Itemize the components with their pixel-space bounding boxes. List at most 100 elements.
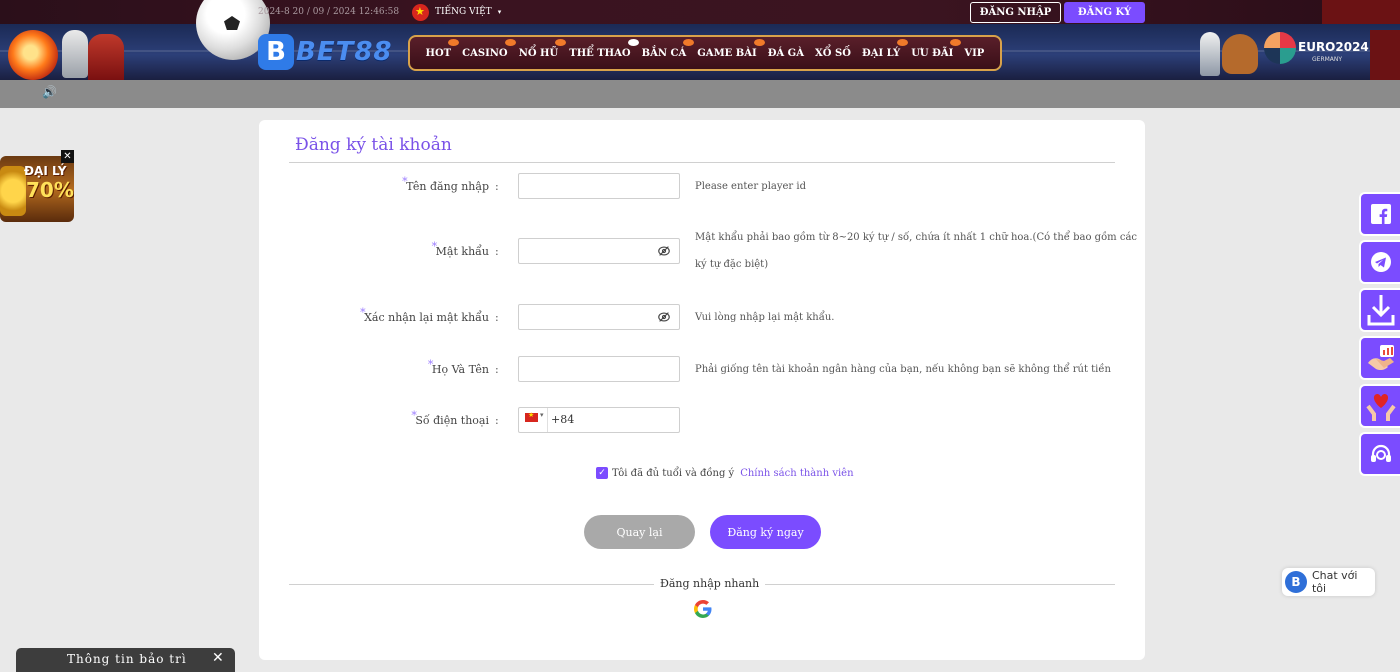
divider (289, 162, 1115, 163)
hot-flame-icon (897, 38, 909, 46)
confirm-password-input[interactable] (518, 304, 680, 330)
label-text: Số điện thoại (415, 414, 489, 427)
hot-flame-icon (504, 38, 516, 46)
register-button[interactable]: ĐĂNG KÝ (1064, 2, 1145, 23)
promo-title: ĐẠI LÝ (24, 164, 67, 178)
password-hint: Mật khẩu phải bao gồm từ 8~20 ký tự / số… (695, 232, 1138, 243)
password-input[interactable] (518, 238, 680, 264)
facebook-button[interactable] (1359, 192, 1400, 236)
nav-item-lottery[interactable]: XỔ SỐ (815, 48, 851, 59)
colon: : (495, 245, 499, 258)
maintenance-panel[interactable]: Thông tin bảo trì ✕ (16, 648, 235, 672)
member-policy-link[interactable]: Chính sách thành viên (740, 468, 853, 479)
nav-label: ĐÁ GÀ (767, 47, 804, 59)
euro-trophy-image (1200, 32, 1220, 76)
language-selector[interactable]: TIẾNG VIỆT ▾ (412, 3, 501, 21)
nav-label: VIP (964, 47, 985, 59)
telegram-button[interactable] (1359, 240, 1400, 284)
required-icon: * (431, 240, 438, 253)
colon: : (495, 311, 499, 324)
nav-label: NỔ HŨ (518, 47, 559, 59)
nav-item-sports[interactable]: THỂ THAO (569, 38, 639, 59)
password-hint-2: ký tự đặc biệt) (695, 259, 769, 270)
euro2024-banner: EURO2024 GERMANY (1200, 30, 1400, 80)
login-button[interactable]: ĐĂNG NHẬP (970, 2, 1061, 23)
label-text: Tên đăng nhập (406, 180, 489, 193)
datetime: 2024-8 20 / 09 / 2024 12:46:58 (258, 7, 400, 17)
eye-off-icon[interactable] (657, 244, 671, 258)
nav-label: ĐẠI LÝ (861, 47, 901, 59)
colon: : (495, 363, 499, 376)
nav-item-cockfight[interactable]: ĐÁ GÀ (768, 48, 804, 59)
chat-avatar-icon: B (1285, 571, 1307, 593)
required-icon: * (427, 358, 434, 371)
announcement-bar: 🔊 (0, 80, 1400, 108)
euro-logo-icon (1264, 32, 1296, 64)
coins-image (0, 166, 26, 216)
hot-flame-icon (627, 38, 639, 46)
username-label: * Tên đăng nhập (402, 175, 489, 193)
language-label: TIẾNG VIỆT (435, 7, 492, 17)
headset-icon (1370, 444, 1391, 462)
username-input[interactable] (518, 173, 680, 199)
nav-label: BẮN CÁ (641, 47, 687, 59)
nav-label: GAME BÀI (697, 47, 757, 59)
nav-item-agent[interactable]: ĐẠI LÝ (861, 38, 909, 59)
hot-flame-icon (555, 38, 567, 46)
vietnam-flag-icon (412, 3, 429, 21)
download-button[interactable] (1359, 288, 1400, 332)
fullname-input[interactable] (518, 356, 680, 382)
phone-input[interactable]: ▾ +84 (518, 407, 680, 433)
charity-button[interactable] (1359, 384, 1400, 428)
speaker-icon[interactable]: 🔊 (42, 85, 57, 99)
agent-handshake-icon (1367, 345, 1394, 371)
required-icon: * (411, 409, 417, 422)
username-hint: Please enter player id (695, 181, 806, 192)
hot-flame-icon (683, 38, 695, 46)
nav-item-slots[interactable]: NỔ HŨ (518, 38, 567, 59)
chat-widget[interactable]: B Chat với tôi (1282, 568, 1375, 596)
hot-flame-icon (448, 38, 460, 46)
colon: : (495, 180, 499, 193)
page-title: Đăng ký tài khoản (295, 135, 452, 155)
nav-item-promotions[interactable]: ƯU ĐÃI (911, 38, 962, 59)
register-now-button[interactable]: Đăng ký ngay (710, 515, 821, 549)
divider (547, 408, 548, 432)
euro-accent (1370, 30, 1400, 80)
nav-label: CASINO (462, 47, 508, 59)
nav-item-casino[interactable]: CASINO (462, 38, 516, 59)
vietnam-flag-icon[interactable] (525, 411, 538, 422)
agree-checkbox[interactable]: ✓ (596, 467, 608, 479)
euro-text: EURO2024 (1298, 40, 1369, 54)
nav-item-fishing[interactable]: BẮN CÁ (641, 38, 695, 59)
main-nav: HOT CASINO NỔ HŨ THỂ THAO BẮN CÁ GAME BÀ… (408, 35, 1002, 71)
brand-logo[interactable]: B BET88 (258, 34, 393, 70)
nav-label: XỔ SỐ (815, 47, 851, 59)
close-icon[interactable]: ✕ (61, 150, 74, 163)
label-text: Mật khẩu (435, 245, 489, 258)
agent-button[interactable] (1359, 336, 1400, 380)
eye-off-icon[interactable] (657, 310, 671, 324)
logo-mark: B (258, 34, 294, 70)
google-icon[interactable] (693, 599, 713, 619)
agree-text: Tôi đã đủ tuổi và đồng ý (612, 467, 735, 479)
label-text: Xác nhận lại mật khẩu (364, 311, 489, 324)
colon: : (495, 414, 499, 427)
confirm-password-hint: Vui lòng nhập lại mật khẩu. (695, 312, 835, 323)
charity-heart-icon (1365, 394, 1396, 421)
nav-label: THỂ THAO (569, 47, 631, 59)
trophy-image (62, 30, 88, 78)
nav-label: ƯU ĐÃI (911, 47, 954, 59)
nav-item-hot[interactable]: HOT (426, 38, 460, 59)
back-button[interactable]: Quay lại (584, 515, 695, 549)
nav-item-vip[interactable]: VIP (964, 48, 984, 59)
support-button[interactable] (1359, 432, 1400, 476)
close-icon[interactable]: ✕ (212, 650, 224, 666)
required-icon: * (402, 175, 408, 188)
chevron-down-icon[interactable]: ▾ (540, 411, 544, 419)
nav-item-card-games[interactable]: GAME BÀI (697, 38, 765, 59)
required-icon: * (360, 306, 366, 319)
telegram-icon (1370, 252, 1391, 272)
header-accent (1322, 0, 1400, 24)
agent-promo-banner[interactable]: ĐẠI LÝ 70% (0, 156, 74, 222)
